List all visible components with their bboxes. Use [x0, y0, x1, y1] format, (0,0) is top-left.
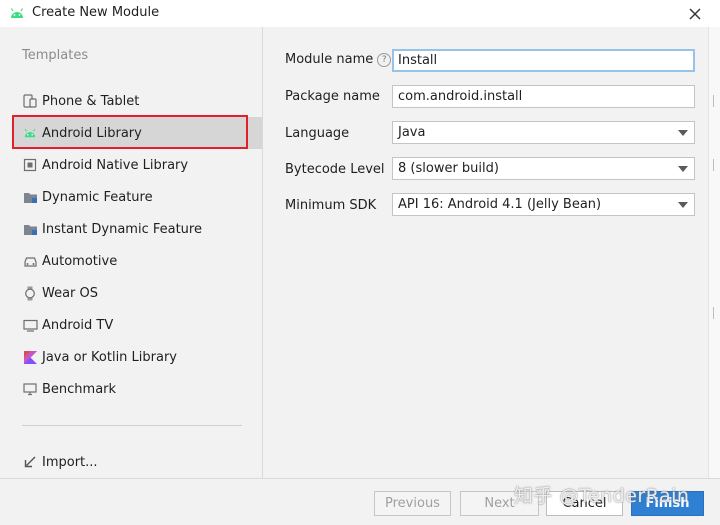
template-label: Dynamic Feature: [42, 189, 153, 205]
template-benchmark[interactable]: Benchmark: [12, 373, 262, 405]
strip-tick: [713, 159, 714, 171]
benchmark-icon: [22, 381, 38, 397]
title-bar: Create New Module: [0, 0, 720, 27]
watch-icon: [22, 285, 38, 301]
module-name-input[interactable]: [392, 49, 695, 72]
kotlin-icon: [22, 349, 38, 365]
template-wear-os[interactable]: Wear OS: [12, 277, 262, 309]
cancel-button[interactable]: Cancel: [546, 491, 623, 516]
package-name-label: Package name: [285, 89, 380, 104]
window-title: Create New Module: [32, 5, 160, 20]
language-label: Language: [285, 126, 350, 141]
android-icon: [22, 125, 38, 141]
bytecode-level-select[interactable]: 8 (slower build): [392, 157, 695, 180]
bytecode-level-select-value: 8 (slower build): [398, 161, 499, 176]
template-android-tv[interactable]: Android TV: [12, 309, 262, 341]
module-name-label-text: Module name: [285, 52, 374, 67]
car-icon: [22, 253, 38, 269]
folder-icon: [22, 221, 38, 237]
chevron-down-icon: [678, 130, 688, 136]
close-button[interactable]: [684, 3, 706, 25]
template-label: Android Native Library: [42, 157, 189, 173]
chevron-down-icon: [678, 166, 688, 172]
template-label: Automotive: [42, 253, 118, 269]
template-dynamic-feature[interactable]: Dynamic Feature: [12, 181, 262, 213]
chevron-down-icon: [678, 202, 688, 208]
right-edge-strip: [708, 27, 720, 478]
template-label: Benchmark: [42, 381, 117, 397]
minimum-sdk-select-value: API 16: Android 4.1 (Jelly Bean): [398, 197, 602, 212]
template-label: Phone & Tablet: [42, 93, 140, 109]
help-icon[interactable]: ?: [377, 52, 392, 67]
minimum-sdk-select[interactable]: API 16: Android 4.1 (Jelly Bean): [392, 193, 695, 216]
phone-tablet-icon: [22, 93, 38, 109]
template-label: Android TV: [42, 317, 114, 333]
strip-tick: [713, 307, 714, 319]
import-icon: [22, 454, 38, 470]
strip-tick: [713, 95, 714, 107]
package-name-input[interactable]: [392, 85, 695, 108]
template-label: Instant Dynamic Feature: [42, 221, 202, 237]
language-select[interactable]: Java: [392, 121, 695, 144]
template-java-kotlin-library[interactable]: Java or Kotlin Library: [12, 341, 262, 373]
template-instant-dynamic-feature[interactable]: Instant Dynamic Feature: [12, 213, 262, 245]
sidebar-divider: [22, 425, 242, 426]
minimum-sdk-label: Minimum SDK: [285, 198, 377, 213]
bytecode-level-label: Bytecode Level: [285, 162, 385, 177]
import-button[interactable]: Import...: [12, 446, 262, 478]
template-label: Wear OS: [42, 285, 99, 301]
previous-button[interactable]: Previous: [374, 491, 451, 516]
templates-heading: Templates: [22, 48, 89, 63]
template-label: Android Library: [42, 125, 142, 141]
android-studio-icon: [10, 8, 24, 18]
folder-icon: [22, 189, 38, 205]
tv-icon: [22, 317, 38, 333]
template-phone-tablet[interactable]: Phone & Tablet: [12, 85, 262, 117]
template-android-library[interactable]: Android Library: [12, 117, 262, 149]
template-label: Java or Kotlin Library: [42, 349, 178, 365]
import-label: Import...: [42, 454, 98, 470]
template-android-native-library[interactable]: Android Native Library: [12, 149, 262, 181]
module-name-label: Module name?: [285, 52, 392, 67]
next-button[interactable]: Next: [460, 491, 539, 516]
language-select-value: Java: [398, 125, 426, 140]
template-automotive[interactable]: Automotive: [12, 245, 262, 277]
close-icon: [689, 8, 701, 20]
finish-button[interactable]: Finish: [631, 491, 704, 516]
native-library-icon: [22, 157, 38, 173]
